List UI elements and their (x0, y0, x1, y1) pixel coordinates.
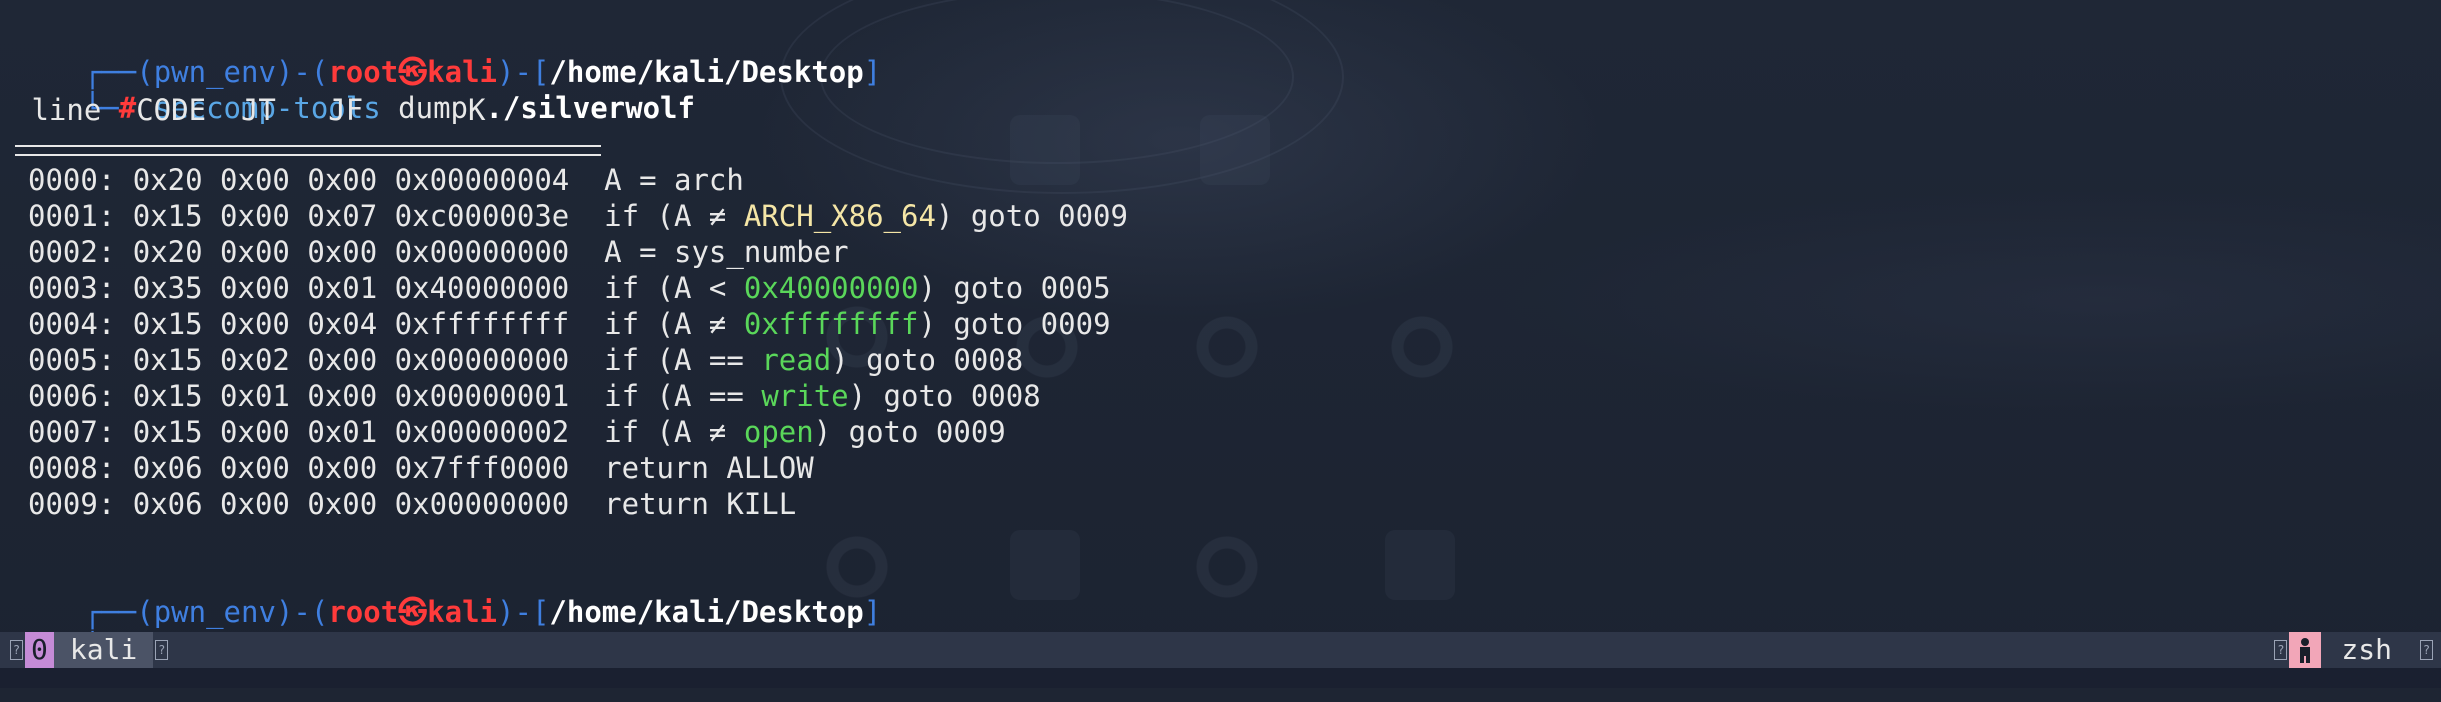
seccomp-row: 0002: 0x20 0x00 0x00 0x00000000 A = sys_… (28, 234, 849, 270)
row-goto: ) goto 0008 (831, 343, 1024, 377)
seccomp-row: 0003: 0x35 0x00 0x01 0x40000000 if (A < … (28, 270, 1111, 306)
row-instruction: if (A ≠ (604, 415, 744, 449)
window-index[interactable]: 0 (25, 632, 54, 668)
row-instruction: A = arch (604, 163, 744, 197)
table-divider (15, 145, 601, 156)
prompt-line-top: ┌──(pwn_env)-(root㉿kali)-[/home/kali/Des… (14, 558, 881, 629)
separator-glyph-icon: ? (155, 640, 169, 660)
prompt-host: kali (427, 595, 498, 629)
row-goto: ) goto 0008 (848, 379, 1041, 413)
row-instruction: if (A ≠ (604, 199, 744, 233)
prompt-skull-icon: ㉿ (398, 595, 428, 629)
row-instruction: if (A < (604, 271, 744, 305)
terminal-window[interactable]: ┌──(pwn_env)-(root㉿kali)-[/home/kali/Des… (0, 0, 2441, 665)
status-right: ? zsh ? (2272, 632, 2435, 668)
prompt-cwd: /home/kali/Desktop (549, 595, 864, 629)
row-bytecode: 0003: 0x35 0x00 0x01 0x40000000 (28, 271, 605, 305)
prompt-line-top: ┌──(pwn_env)-(root㉿kali)-[/home/kali/Des… (14, 18, 881, 89)
separator-glyph-icon: ? (2274, 640, 2288, 660)
separator-glyph-icon: ? (10, 640, 23, 660)
prompt-user: root (328, 595, 399, 629)
row-goto: ) goto 0005 (918, 271, 1111, 305)
person-icon-svg (2300, 638, 2311, 663)
prompt-open-bracket: [ (531, 595, 550, 629)
prompt-close-paren: ) (497, 595, 515, 629)
row-goto: ) goto 0009 (935, 199, 1128, 233)
row-goto: ) goto 0009 (813, 415, 1006, 449)
row-operand: open (743, 415, 814, 449)
seccomp-row: 0005: 0x15 0x02 0x00 0x00000000 if (A ==… (28, 342, 1023, 378)
row-bytecode: 0009: 0x06 0x00 0x00 0x00000000 (28, 487, 605, 521)
seccomp-row: 0006: 0x15 0x01 0x00 0x00000001 if (A ==… (28, 378, 1041, 414)
status-left: ? 0 kali ? (8, 632, 170, 668)
row-operand: 0xffffffff (743, 307, 919, 341)
bottom-panel-strip (0, 668, 2441, 688)
row-instruction: if (A == (604, 343, 762, 377)
row-bytecode: 0005: 0x15 0x02 0x00 0x00000000 (28, 343, 605, 377)
prompt-open-paren: ( (310, 595, 329, 629)
row-bytecode: 0007: 0x15 0x00 0x01 0x00000002 (28, 415, 605, 449)
seccomp-row: 0000: 0x20 0x00 0x00 0x00000004 A = arch (28, 162, 744, 198)
row-operand: 0x40000000 (743, 271, 919, 305)
row-bytecode: 0002: 0x20 0x00 0x00 0x00000000 (28, 235, 605, 269)
prompt-dash: - (293, 595, 311, 629)
prompt-close-bracket: ] (863, 55, 882, 89)
separator-glyph-icon: ? (2420, 640, 2433, 660)
row-instruction: A = sys_number (604, 235, 849, 269)
tmux-status-bar: ? 0 kali ? ? zsh ? (0, 632, 2441, 668)
row-bytecode: 0000: 0x20 0x00 0x00 0x00000004 (28, 163, 605, 197)
shell-name: zsh (2341, 633, 2392, 666)
row-instruction: if (A ≠ (604, 307, 744, 341)
seccomp-row: 0008: 0x06 0x00 0x00 0x7fff0000 return A… (28, 450, 814, 486)
row-bytecode: 0008: 0x06 0x00 0x00 0x7fff0000 (28, 451, 605, 485)
row-bytecode: 0004: 0x15 0x00 0x04 0xffffffff (28, 307, 605, 341)
seccomp-row: 0009: 0x06 0x00 0x00 0x00000000 return K… (28, 486, 796, 522)
prompt-dash: - (514, 595, 532, 629)
person-icon (2289, 632, 2322, 668)
row-operand: ARCH_X86_64 (743, 199, 936, 233)
seccomp-row: 0004: 0x15 0x00 0x04 0xffffffff if (A ≠ … (28, 306, 1111, 342)
row-bytecode: 0001: 0x15 0x00 0x07 0xc000003e (28, 199, 605, 233)
seccomp-row: 0001: 0x15 0x00 0x07 0xc000003e if (A ≠ … (28, 198, 1128, 234)
row-operand: read (761, 343, 832, 377)
row-operand: write (761, 379, 849, 413)
command-line: └─# seccomp-tools dump ./silverwolf (14, 54, 695, 125)
command-input-line[interactable]: └─# (14, 594, 171, 665)
row-bytecode: 0006: 0x15 0x01 0x00 0x00000001 (28, 379, 605, 413)
table-header: line CODE JT JF K (14, 93, 486, 127)
row-instruction: return KILL (604, 487, 797, 521)
row-goto: ) goto 0009 (918, 307, 1111, 341)
window-tab-kali[interactable]: kali (53, 632, 154, 668)
row-instruction: return ALLOW (604, 451, 814, 485)
seccomp-row: 0007: 0x15 0x00 0x01 0x00000002 if (A ≠ … (28, 414, 1006, 450)
command-target: ./silverwolf (485, 91, 695, 125)
row-instruction: if (A == (604, 379, 762, 413)
prompt-close-bracket: ] (863, 595, 882, 629)
